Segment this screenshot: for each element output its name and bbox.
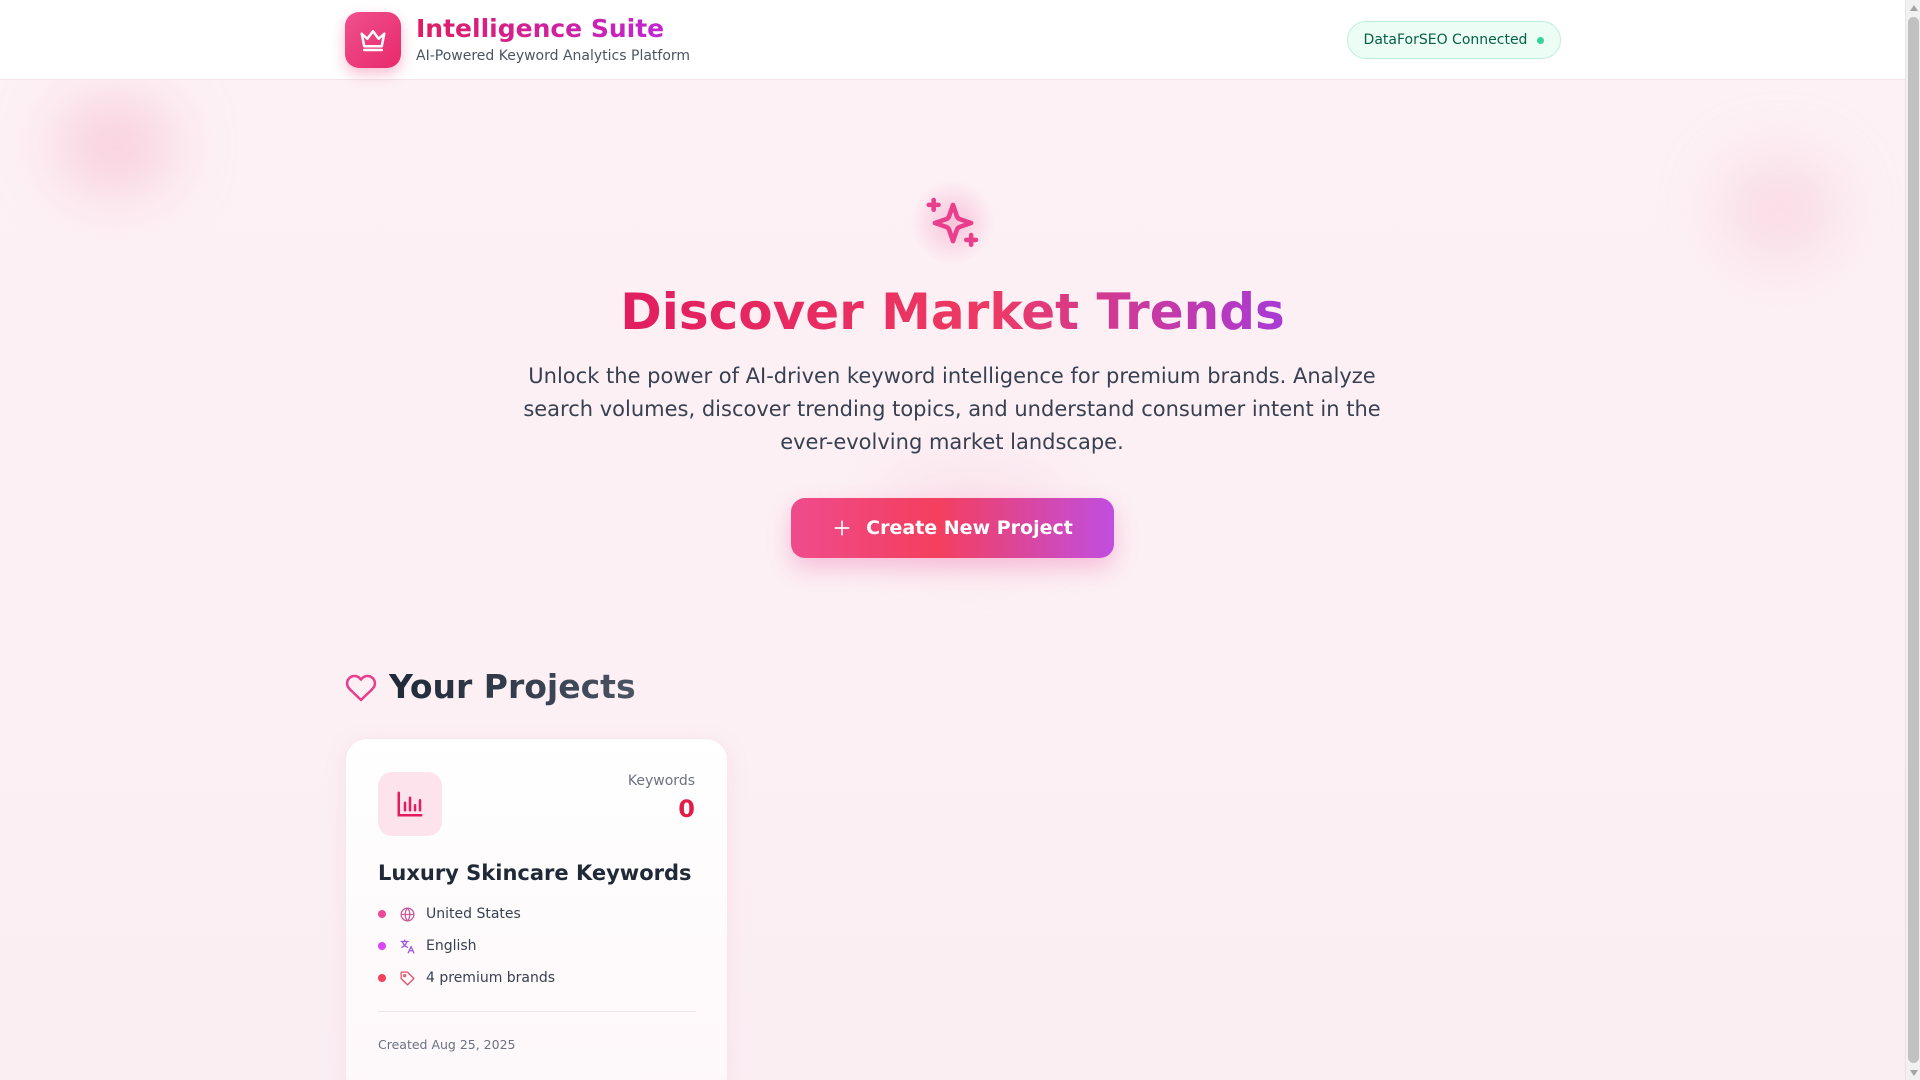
scroll-down-arrow-icon[interactable] (1906, 1065, 1920, 1080)
globe-icon (398, 905, 416, 923)
app-frame: Intelligence Suite AI-Powered Keyword An… (0, 0, 1905, 1080)
project-brands-row: 4 premium brands (378, 968, 555, 988)
hero-icon-wrap (910, 180, 995, 265)
create-project-button[interactable]: Create New Project (791, 498, 1114, 558)
bar-chart-icon (378, 772, 442, 836)
decorative-blob (1720, 155, 1840, 265)
page-scrollbar[interactable] (1905, 0, 1920, 1080)
crown-icon[interactable] (345, 12, 401, 68)
tag-icon (398, 969, 416, 987)
scrollbar-thumb[interactable] (1908, 17, 1919, 1063)
bullet-dot (378, 942, 386, 950)
status-dot-icon (1537, 36, 1545, 44)
bullet-dot (378, 974, 386, 982)
heart-icon (345, 674, 377, 702)
bullet-dot (378, 910, 386, 918)
create-project-label: Create New Project (866, 517, 1073, 539)
scroll-up-arrow-icon[interactable] (1906, 0, 1920, 15)
decorative-blob (55, 95, 175, 195)
project-language: English (426, 938, 477, 954)
translate-icon (398, 937, 416, 955)
project-created-date: Created Aug 25, 2025 (378, 1037, 516, 1052)
projects-section-title: Your Projects (389, 667, 636, 706)
project-name: Luxury Skincare Keywords (378, 861, 692, 885)
hero-description: Unlock the power of AI-driven keyword in… (523, 364, 1381, 454)
project-language-row: English (378, 936, 477, 956)
app-title: Intelligence Suite (416, 14, 665, 43)
app-subtitle: AI-Powered Keyword Analytics Platform (416, 48, 691, 64)
sparkles-icon (926, 197, 978, 247)
keywords-label: Keywords (627, 773, 695, 789)
connection-status-badge: DataForSEO Connected (1347, 21, 1561, 59)
card-divider (378, 1011, 696, 1012)
project-location: United States (426, 906, 521, 922)
hero-title: Discover Market Trends (620, 283, 1285, 341)
keywords-count: 0 (678, 795, 695, 823)
project-brands: 4 premium brands (426, 970, 556, 986)
top-header: Intelligence Suite AI-Powered Keyword An… (0, 0, 1905, 80)
status-label: DataForSEO Connected (1363, 32, 1528, 48)
project-location-row: United States (378, 904, 521, 924)
plus-icon (834, 520, 850, 536)
project-card[interactable]: Keywords 0 Luxury Skincare Keywords Unit… (345, 738, 728, 1080)
